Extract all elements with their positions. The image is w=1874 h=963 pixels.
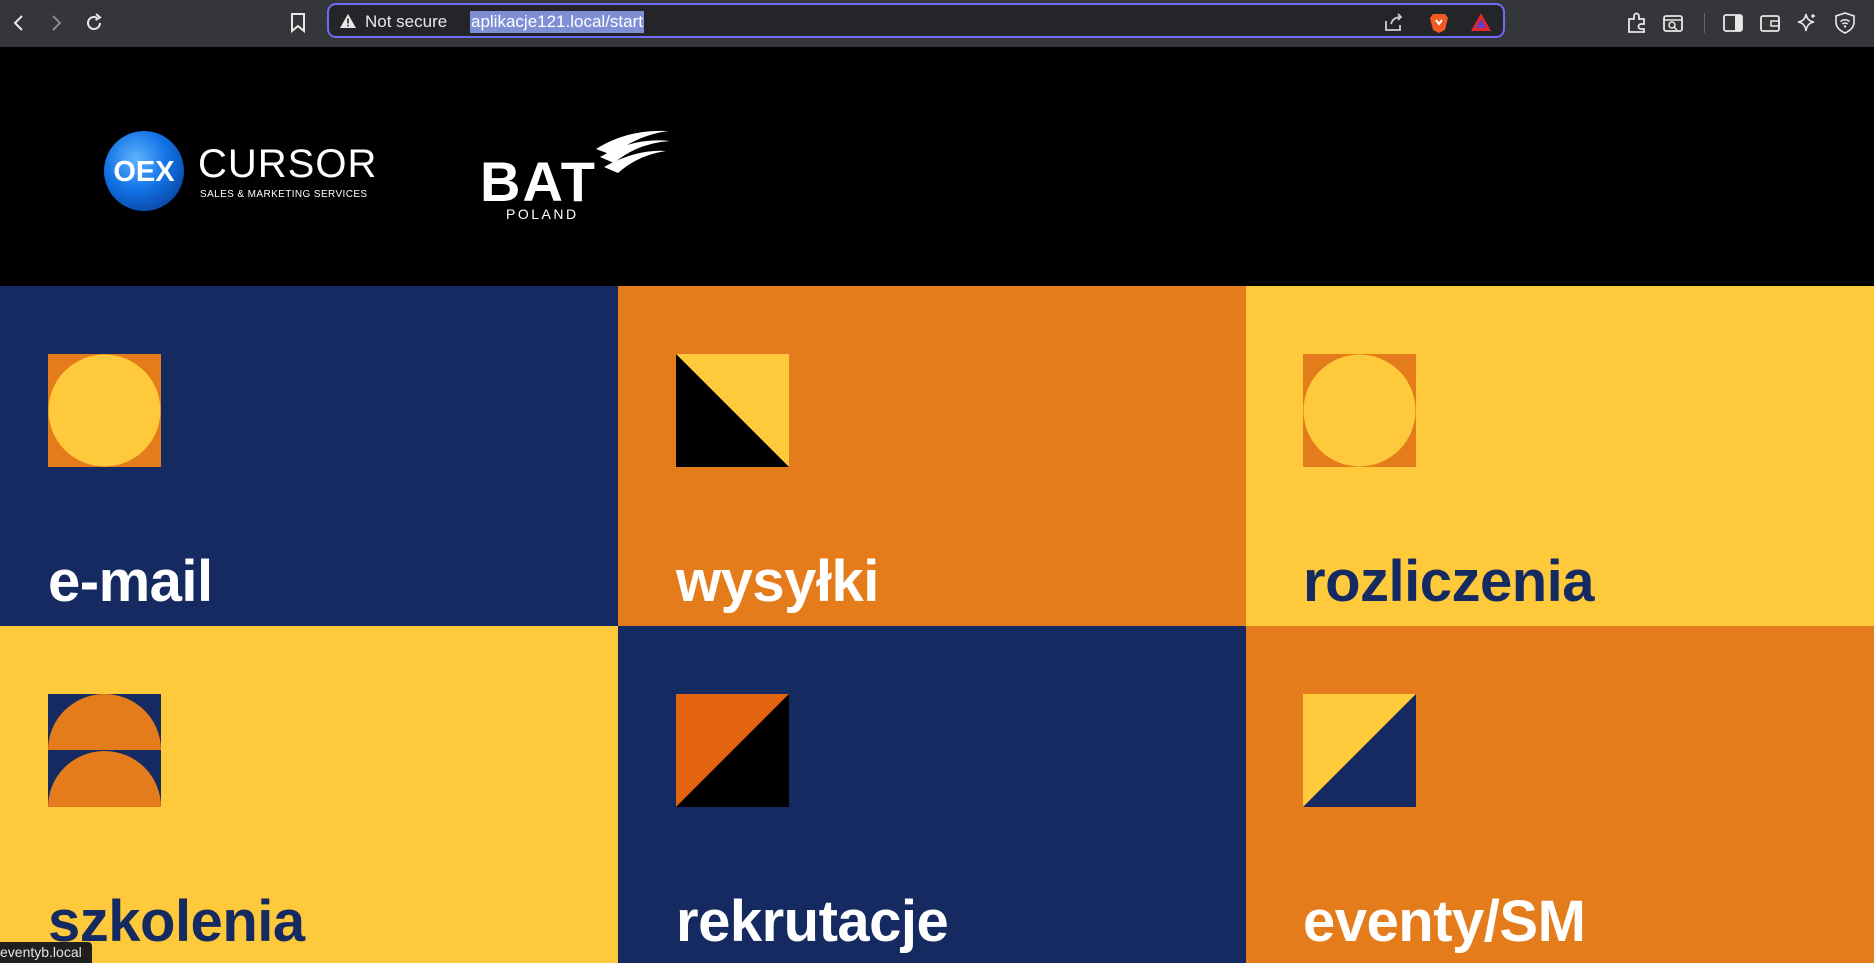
bookmark-button[interactable] <box>283 8 313 38</box>
tile-eventy-sm[interactable]: eventy/SM <box>1246 626 1874 963</box>
tile-label: wysyłki <box>676 549 879 614</box>
tile-szkolenia[interactable]: szkolenia <box>0 626 618 963</box>
window-search-icon <box>1663 15 1683 32</box>
bat-sub-text: POLAND <box>506 206 579 221</box>
extensions-button[interactable] <box>1624 10 1650 36</box>
tile-label: rekrutacje <box>676 889 949 954</box>
oex-tagline-text: SALES & MARKETING SERVICES <box>200 189 368 200</box>
tile-rozliczenia[interactable]: rozliczenia <box>1246 286 1874 626</box>
warning-icon <box>340 14 356 28</box>
oex-name-text: CURSOR <box>198 142 377 186</box>
bat-name-text: BAT <box>480 150 597 213</box>
oex-badge-text: OEX <box>113 156 175 188</box>
brave-shield-icon[interactable] <box>1429 12 1449 34</box>
browser-toolbar: Not secure aplikacje121.local/start <box>0 0 1874 47</box>
tile-label: eventy/SM <box>1303 889 1586 954</box>
chevron-right-icon <box>52 15 62 31</box>
reload-button[interactable] <box>79 8 109 38</box>
brave-rewards-icon[interactable] <box>1470 12 1492 32</box>
diagonal-split-square-icon <box>676 694 789 807</box>
sidebar-icon <box>1723 14 1743 32</box>
oex-cursor-logo[interactable]: OEX CURSOR SALES & MARKETING SERVICES <box>104 129 384 213</box>
chevron-left-icon <box>13 15 23 31</box>
back-button[interactable] <box>4 8 34 38</box>
puzzle-icon <box>1628 12 1645 33</box>
forward-button[interactable] <box>41 8 71 38</box>
tile-label: rozliczenia <box>1303 549 1595 614</box>
toolbar-divider <box>1704 13 1705 33</box>
tile-label: e-mail <box>48 549 213 614</box>
diagonal-split-square-icon <box>1303 694 1416 807</box>
tile-wysylki[interactable]: wysyłki <box>618 286 1246 626</box>
tile-email[interactable]: e-mail <box>0 286 618 626</box>
leo-search-button[interactable] <box>1660 10 1686 36</box>
circle-in-square-icon <box>1303 354 1416 467</box>
sidebar-button[interactable] <box>1720 10 1746 36</box>
wallet-icon <box>1760 15 1780 32</box>
shield-wifi-icon <box>1835 12 1855 34</box>
leo-ai-button[interactable] <box>1794 10 1820 36</box>
bookmark-icon <box>291 13 305 33</box>
bat-poland-logo[interactable]: BAT POLAND <box>478 127 672 221</box>
reload-icon <box>87 13 102 30</box>
vpn-button[interactable] <box>1832 10 1858 36</box>
page-header: OEX CURSOR SALES & MARKETING SERVICES BA… <box>0 47 1874 286</box>
share-icon[interactable] <box>1383 12 1405 32</box>
tile-rekrutacje[interactable]: rekrutacje <box>618 626 1246 963</box>
sparkle-icon <box>1797 13 1815 32</box>
security-label[interactable]: Not secure <box>365 12 447 32</box>
url-text[interactable]: aplikacje121.local/start <box>470 11 644 33</box>
address-bar[interactable]: Not secure aplikacje121.local/start <box>327 3 1505 38</box>
half-circles-icon <box>48 694 161 807</box>
diagonal-split-square-icon <box>676 354 789 467</box>
status-bar-url: eventyb.local <box>0 942 92 963</box>
wallet-button[interactable] <box>1757 10 1783 36</box>
circle-in-square-icon <box>48 354 161 467</box>
